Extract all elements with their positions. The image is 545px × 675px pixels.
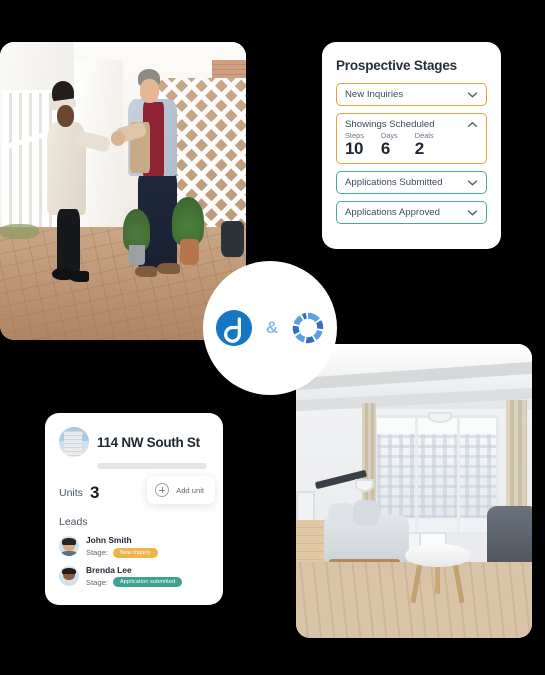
plus-circle-icon xyxy=(155,483,170,497)
avatar xyxy=(59,536,79,557)
page-title: Prospective Stages xyxy=(336,58,457,73)
chevron-up-icon[interactable] xyxy=(467,121,478,128)
status-badge: Application submitted xyxy=(112,577,183,587)
avatar xyxy=(59,565,79,586)
metric-steps: Steps 10 xyxy=(345,131,364,159)
chevron-down-icon[interactable] xyxy=(467,179,478,186)
stage-label: New Inquiries xyxy=(345,89,404,100)
window-mullion xyxy=(414,417,418,533)
add-unit-label: Add unit xyxy=(176,485,204,495)
photo-man-face xyxy=(140,79,159,104)
avatar-body xyxy=(61,550,77,557)
units-label: Units xyxy=(59,487,83,499)
units-row: Units 3 Add unit xyxy=(59,476,215,504)
property-header: 114 NW South St xyxy=(59,427,209,457)
photo-plant-pot xyxy=(221,220,244,257)
photo-woman-face xyxy=(56,104,74,127)
add-unit-button[interactable]: Add unit xyxy=(147,476,215,504)
placeholder-bar xyxy=(97,463,207,469)
living-room-photo xyxy=(296,344,532,638)
leads-label: Leads xyxy=(59,516,88,528)
ampersand-label: & xyxy=(265,318,279,337)
prospective-stages-card: Prospective Stages New Inquiries Showing… xyxy=(322,42,501,249)
composite-graphic: Prospective Stages New Inquiries Showing… xyxy=(0,0,545,675)
photo-woman-shoe xyxy=(68,271,89,282)
property-card: 114 NW South St Units 3 Add unit Leads J… xyxy=(45,413,223,605)
avatar-hair xyxy=(62,567,76,575)
photo-plant-pot xyxy=(129,244,146,266)
metric-value: 2 xyxy=(414,139,424,159)
stage-row-applications-submitted[interactable]: Applications Submitted xyxy=(336,170,487,194)
partnership-logo-badge: & xyxy=(203,261,337,395)
handshake-photo xyxy=(0,42,246,340)
lead-info: John Smith Stage: New Inquiry xyxy=(86,535,158,558)
stage-key: Stage: xyxy=(86,577,108,587)
metric-value: 6 xyxy=(380,139,390,159)
stage-label: Applications Submitted xyxy=(345,176,443,188)
stage-row-showings-scheduled[interactable]: Showings Scheduled Steps 10 Days 6 Deals… xyxy=(336,113,487,164)
stage-metrics: Steps 10 Days 6 Deals 2 xyxy=(345,131,478,159)
photo-grass xyxy=(0,223,40,239)
list-item[interactable]: Brenda Lee Stage: Application submitted xyxy=(59,564,209,587)
lead-info: Brenda Lee Stage: Application submitted xyxy=(86,564,183,587)
stage-label: Showings Scheduled xyxy=(345,119,435,130)
photo-plant xyxy=(172,196,205,245)
room-coffee-table xyxy=(404,543,471,568)
metric-deals: Deals 2 xyxy=(414,131,434,159)
window-mullion xyxy=(456,417,460,533)
avatar-body xyxy=(61,580,77,586)
avatar-hair xyxy=(62,538,76,545)
chevron-down-icon[interactable] xyxy=(467,91,478,98)
lead-name: Brenda Lee xyxy=(86,564,132,575)
metric-value: 10 xyxy=(345,139,363,159)
stage-label: Applications Approved xyxy=(345,206,440,218)
appfolio-a-logo-icon xyxy=(215,309,252,347)
chevron-down-icon[interactable] xyxy=(467,209,478,216)
room-cushion xyxy=(351,498,380,528)
segmented-ring-logo-icon xyxy=(292,312,324,344)
stage-row-applications-approved[interactable]: Applications Approved xyxy=(336,200,487,224)
photo-man-shoe xyxy=(135,265,158,278)
photo-woman-legs xyxy=(56,208,80,275)
window-view-buildings xyxy=(376,433,496,519)
photo-man-shoe xyxy=(157,262,180,275)
metric-days: Days 6 xyxy=(380,131,398,159)
status-badge: New Inquiry xyxy=(112,547,158,558)
property-title: 114 NW South St xyxy=(97,434,200,450)
photo-plant-pot xyxy=(179,238,200,266)
stage-row-new-inquiries[interactable]: New Inquiries xyxy=(336,83,487,106)
list-item[interactable]: John Smith Stage: New Inquiry xyxy=(59,535,209,558)
thumbnail-building xyxy=(63,432,83,457)
building-thumbnail xyxy=(59,427,89,457)
lead-name: John Smith xyxy=(86,535,132,545)
units-value: 3 xyxy=(89,483,99,502)
stage-key: Stage: xyxy=(86,548,108,557)
